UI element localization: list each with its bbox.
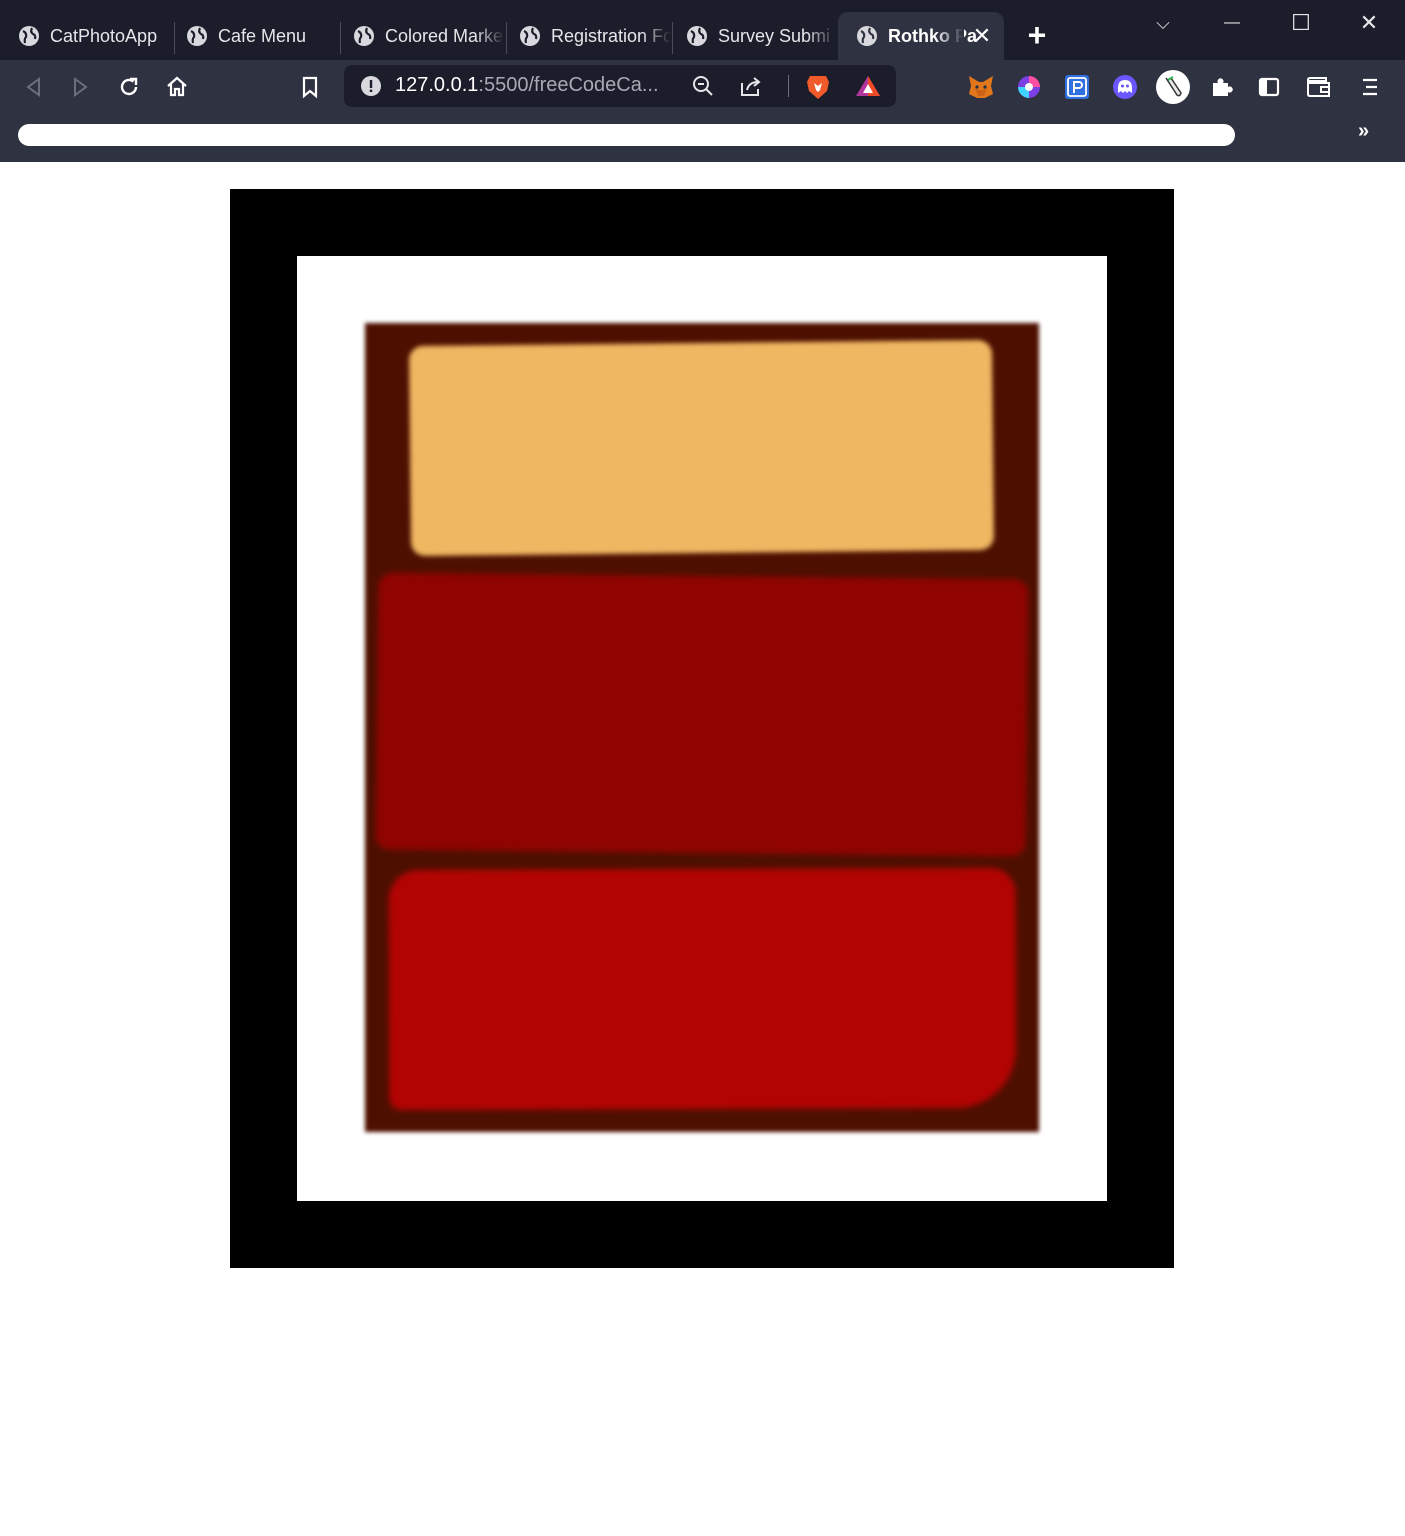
sidebar-icon[interactable]	[1250, 68, 1288, 106]
forward-icon[interactable]	[62, 68, 100, 106]
tab-cafe-menu[interactable]: Cafe Menu	[168, 12, 338, 60]
color-block-two	[375, 572, 1029, 857]
tab-survey-submit[interactable]: Survey Submi	[668, 12, 836, 60]
globe-icon	[857, 26, 877, 46]
tab-search-icon[interactable]: ⌵	[1143, 6, 1183, 40]
browser-chrome: CatPhotoApp Cafe Menu Colored Marke Regi…	[0, 0, 1405, 162]
omnibox-divider	[788, 75, 789, 97]
globe-icon	[354, 26, 374, 46]
extension-icon[interactable]	[1106, 68, 1144, 106]
extension-icon[interactable]	[1010, 68, 1048, 106]
puzzle-icon[interactable]	[1202, 68, 1240, 106]
tab-fade	[641, 12, 671, 60]
share-icon[interactable]	[739, 75, 763, 97]
close-window-button[interactable]: ✕	[1349, 6, 1389, 40]
url-path: :5500/freeCodeCa...	[478, 74, 659, 96]
brave-shields-icon[interactable]	[805, 73, 831, 101]
tab-strip: CatPhotoApp Cafe Menu Colored Marke Regi…	[0, 0, 1405, 60]
tab-fade	[934, 12, 964, 60]
minimize-button[interactable]: —	[1212, 6, 1252, 40]
reload-icon[interactable]	[110, 68, 148, 106]
globe-icon	[687, 26, 707, 46]
address-bar[interactable]: 127.0.0.1:5500/freeCodeCa...	[344, 65, 896, 107]
page-viewport	[0, 162, 1405, 1536]
new-tab-button[interactable]: +	[1020, 18, 1054, 52]
url-text: 127.0.0.1:5500/freeCodeCa...	[395, 74, 659, 97]
rothko-painting	[365, 323, 1039, 1132]
site-info-icon[interactable]	[360, 75, 382, 97]
globe-icon	[520, 26, 540, 46]
wallet-icon[interactable]	[1300, 68, 1338, 106]
tab-fade	[806, 12, 836, 60]
maximize-button[interactable]: ☐	[1281, 6, 1321, 40]
zoom-out-icon[interactable]	[692, 75, 714, 97]
globe-icon	[187, 26, 207, 46]
tab-catphotoapp[interactable]: CatPhotoApp	[0, 12, 172, 60]
brave-rewards-icon[interactable]	[855, 74, 881, 98]
extension-icon[interactable]	[1058, 68, 1096, 106]
close-tab-icon[interactable]: ✕	[970, 24, 994, 48]
metamask-icon[interactable]	[962, 68, 1000, 106]
url-host: 127.0.0.1	[395, 74, 479, 96]
tab-title: CatPhotoApp	[50, 25, 158, 46]
bookmark-icon[interactable]	[291, 68, 329, 106]
painting-frame	[230, 189, 1174, 1268]
tab-rothko-painting[interactable]: Rothko Pa ✕	[838, 12, 1004, 60]
menu-icon[interactable]	[1351, 68, 1389, 106]
home-icon[interactable]	[158, 68, 196, 106]
tab-colored-markers[interactable]: Colored Marke	[335, 12, 505, 60]
painting-canvas	[297, 256, 1107, 1201]
tab-title: Cafe Menu	[218, 25, 307, 46]
color-block-three	[388, 867, 1017, 1111]
globe-icon	[19, 26, 39, 46]
color-block-one	[408, 339, 995, 557]
extension-icon[interactable]	[1154, 68, 1192, 106]
back-icon[interactable]	[14, 68, 52, 106]
bookmarks-overflow-button[interactable]: »	[1358, 120, 1369, 143]
tab-registration-form[interactable]: Registration Fo	[501, 12, 671, 60]
bookmarks-bar[interactable]	[18, 124, 1235, 146]
